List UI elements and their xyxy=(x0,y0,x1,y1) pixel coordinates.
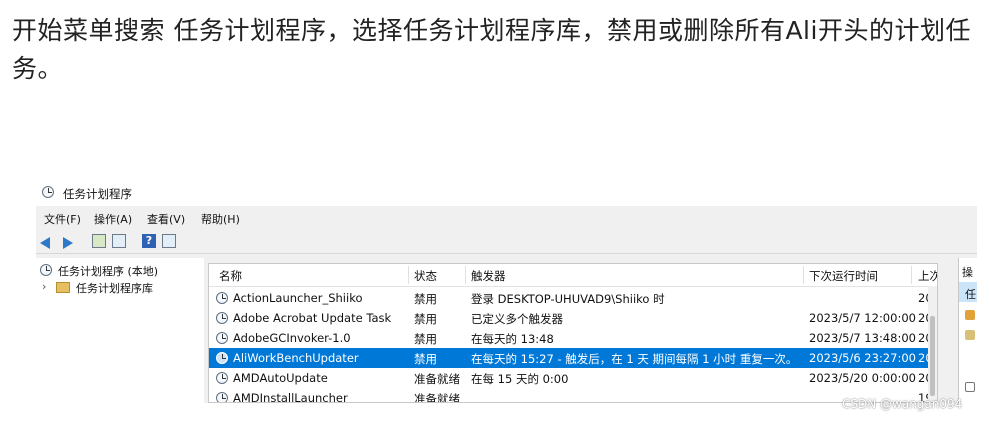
task-status: 禁用 xyxy=(414,292,437,306)
task-row[interactable]: AMDAutoUpdate 准备就绪 在每 15 天的 0:00 2023/5/… xyxy=(209,368,937,388)
menu-view[interactable]: 查看(V) xyxy=(147,211,185,227)
task-next-run: 2023/5/7 13:48:00 xyxy=(809,331,916,345)
back-arrow-icon[interactable] xyxy=(40,237,50,249)
column-divider[interactable] xyxy=(803,266,804,284)
window-title: 任务计划程序 xyxy=(63,187,132,201)
task-clock-icon xyxy=(216,332,228,344)
task-list: 名称 状态 触发器 下次运行时间 上次 ActionLauncher_Shiik… xyxy=(208,263,938,403)
action-end-icon[interactable] xyxy=(965,330,975,340)
menu-action[interactable]: 操作(A) xyxy=(94,211,132,227)
navigation-tree: 任务计划程序 (本地) › 任务计划程序库 xyxy=(36,258,204,403)
window-titlebar: 任务计划程序 xyxy=(36,181,977,206)
task-clock-icon xyxy=(216,292,228,304)
watermark: CSDN @wangan094 xyxy=(842,397,963,411)
actions-panel: 操 任 xyxy=(958,258,977,403)
task-row[interactable]: AdobeGCInvoker-1.0 禁用 在每天的 13:48 2023/5/… xyxy=(209,328,937,348)
show-hide-tree-icon[interactable] xyxy=(112,234,126,248)
folder-icon xyxy=(56,282,70,293)
task-row[interactable]: Adobe Acrobat Update Task 禁用 已定义多个触发器 20… xyxy=(209,308,937,328)
action-run-icon[interactable] xyxy=(965,310,975,320)
task-status: 禁用 xyxy=(414,332,437,346)
task-list-header: 名称 状态 触发器 下次运行时间 上次 xyxy=(209,264,937,287)
task-status: 禁用 xyxy=(414,352,437,366)
task-scheduler-screenshot: 任务计划程序 文件(F) 操作(A) 查看(V) 帮助(H) ? 任务计划程序 … xyxy=(36,181,977,403)
task-trigger: 已定义多个触发器 xyxy=(471,312,563,326)
task-name: AliWorkBenchUpdater xyxy=(233,351,359,365)
task-trigger: 在每天的 13:48 xyxy=(471,332,554,346)
task-status: 准备就绪 xyxy=(414,392,460,403)
clock-icon xyxy=(40,264,52,276)
instruction-text: 开始菜单搜索 任务计划程序，选择任务计划程序库，禁用或删除所有Ali开头的计划任… xyxy=(12,16,971,83)
task-row[interactable]: AMDInstallLauncher 准备就绪 19 xyxy=(209,388,937,403)
column-last-run[interactable]: 上次 xyxy=(918,268,937,284)
help-icon[interactable]: ? xyxy=(142,234,156,248)
actions-panel-selected-label: 任 xyxy=(965,288,976,301)
column-name[interactable]: 名称 xyxy=(219,268,242,284)
task-next-run: 2023/5/6 23:27:00 xyxy=(809,351,916,365)
column-status[interactable]: 状态 xyxy=(414,268,437,284)
task-trigger: 登录 DESKTOP-UHUVAD9\Shiiko 时 xyxy=(471,292,665,306)
tree-item-library[interactable]: › 任务计划程序库 xyxy=(36,279,204,295)
tree-item-root-label: 任务计划程序 (本地) xyxy=(58,265,159,278)
task-row[interactable]: ActionLauncher_Shiiko 禁用 登录 DESKTOP-UHUV… xyxy=(209,288,937,308)
folder-up-icon[interactable] xyxy=(92,234,106,248)
task-clock-icon xyxy=(216,352,228,364)
tree-item-library-label: 任务计划程序库 xyxy=(76,282,153,295)
task-clock-icon xyxy=(216,392,228,402)
menu-help[interactable]: 帮助(H) xyxy=(201,211,240,227)
toolbar: ? xyxy=(36,231,977,254)
task-clock-icon xyxy=(216,312,228,324)
task-next-run: 2023/5/20 0:00:00 xyxy=(809,371,916,385)
task-row-selected[interactable]: AliWorkBenchUpdater 禁用 在每天的 15:27 - 触发后，… xyxy=(209,348,937,368)
task-status: 准备就绪 xyxy=(414,372,460,386)
forward-arrow-icon[interactable] xyxy=(63,237,73,249)
column-divider[interactable] xyxy=(408,266,409,284)
task-name: ActionLauncher_Shiiko xyxy=(233,291,363,305)
task-name: Adobe Acrobat Update Task xyxy=(233,311,392,325)
tree-item-root[interactable]: 任务计划程序 (本地) xyxy=(36,262,204,278)
task-clock-icon xyxy=(216,372,228,384)
task-name: AdobeGCInvoker-1.0 xyxy=(233,331,351,345)
scrollbar-thumb[interactable] xyxy=(930,316,935,396)
column-divider[interactable] xyxy=(911,266,912,284)
task-status: 禁用 xyxy=(414,312,437,326)
column-next-run[interactable]: 下次运行时间 xyxy=(809,268,878,284)
action-pane-icon[interactable] xyxy=(162,234,176,248)
task-trigger: 在每 15 天的 0:00 xyxy=(471,372,569,386)
task-name: AMDAutoUpdate xyxy=(233,371,328,385)
menu-file[interactable]: 文件(F) xyxy=(44,211,81,227)
task-trigger: 在每天的 15:27 - 触发后，在 1 天 期间每隔 1 小时 重复一次。 xyxy=(471,352,798,366)
vertical-scrollbar[interactable] xyxy=(928,286,937,402)
expand-chevron-icon[interactable]: › xyxy=(42,280,46,293)
task-next-run: 2023/5/7 12:00:00 xyxy=(809,311,916,325)
column-divider[interactable] xyxy=(465,266,466,284)
actions-panel-header: 操 xyxy=(962,266,973,279)
column-triggers[interactable]: 触发器 xyxy=(471,268,506,284)
action-properties-icon[interactable] xyxy=(965,382,975,392)
task-name: AMDInstallLauncher xyxy=(233,391,348,403)
task-scheduler-app-icon xyxy=(42,186,54,198)
